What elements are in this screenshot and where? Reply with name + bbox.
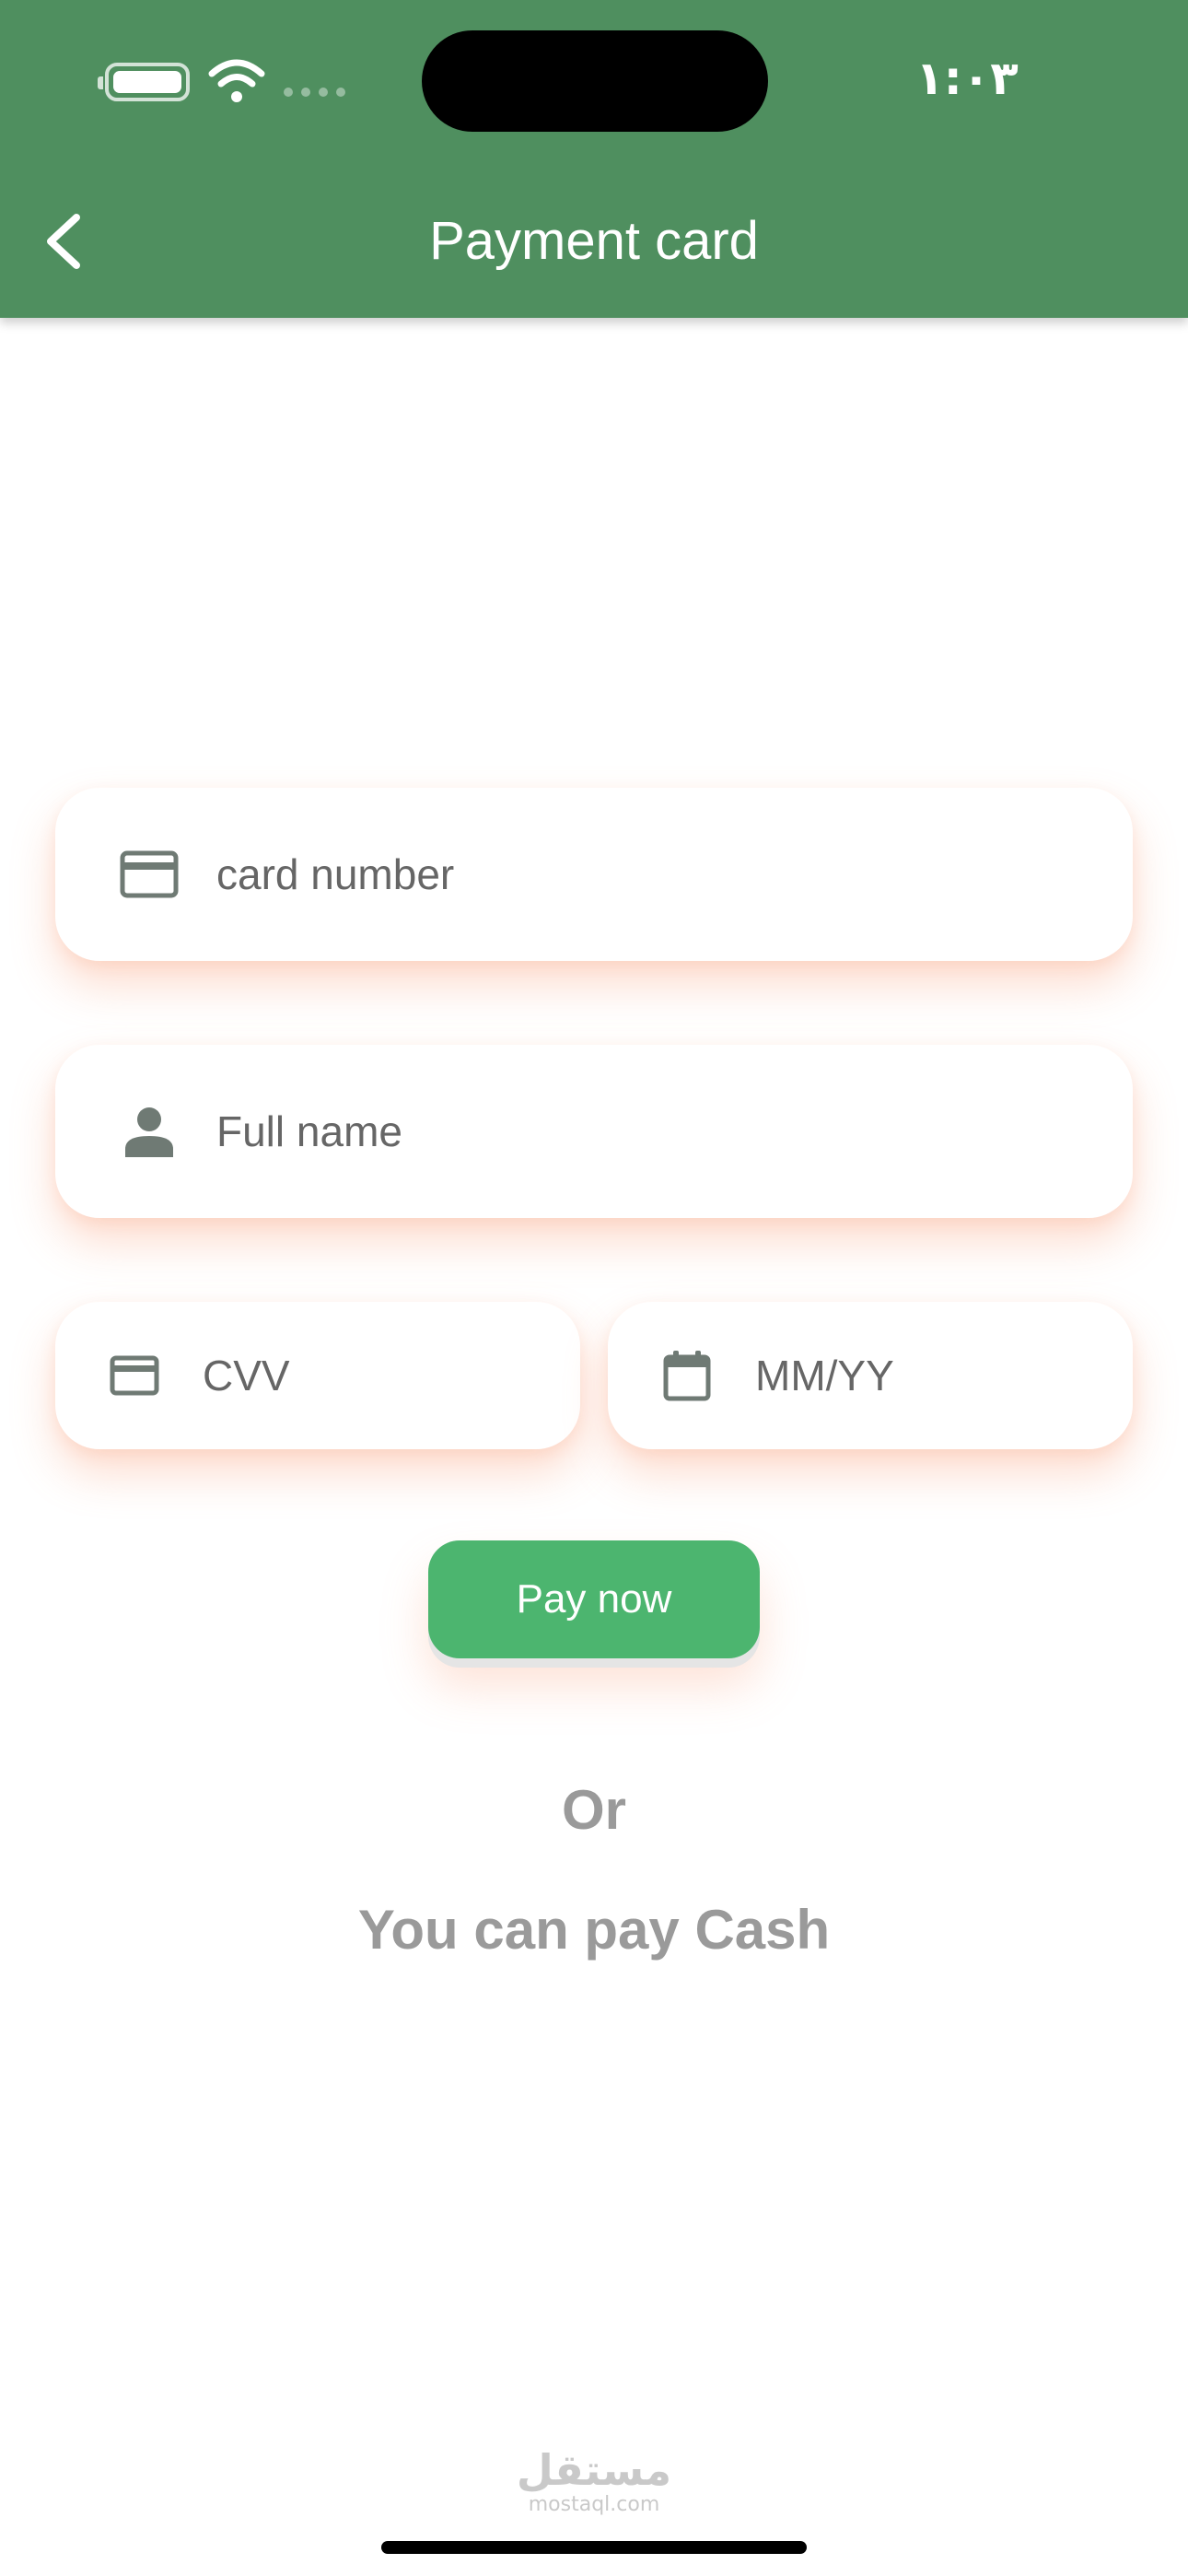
or-divider-text: Or <box>561 1779 627 1841</box>
expiry-date-input[interactable]: MM/YY <box>608 1302 1133 1449</box>
person-icon <box>123 1104 175 1159</box>
watermark-domain-text: mostaql.com <box>528 2493 660 2516</box>
card-number-placeholder: card number <box>216 850 455 898</box>
pay-now-button[interactable]: Pay now <box>428 1540 760 1658</box>
home-indicator[interactable] <box>381 2541 807 2554</box>
full-name-input[interactable]: Full name <box>55 1045 1133 1218</box>
calendar-icon <box>661 1348 713 1403</box>
cellular-signal-icon <box>284 88 345 97</box>
expiry-placeholder: MM/YY <box>755 1352 894 1399</box>
chevron-left-icon <box>47 214 80 269</box>
payment-card-screen: ١:٠٣ Payment card card number Full name <box>0 0 1188 2576</box>
credit-card-icon <box>120 847 179 902</box>
credit-card-icon <box>109 1352 160 1399</box>
page-title: Payment card <box>429 211 759 271</box>
cvv-input[interactable]: CVV <box>55 1302 580 1449</box>
mostaql-watermark-logo: مستقل mostaql.com <box>502 2447 686 2521</box>
cvv-placeholder: CVV <box>203 1352 290 1399</box>
back-button[interactable] <box>26 203 99 280</box>
status-time: ١:٠٣ <box>915 52 1019 105</box>
wifi-icon <box>208 59 265 102</box>
card-number-input[interactable]: card number <box>55 788 1133 961</box>
full-name-placeholder: Full name <box>216 1107 402 1155</box>
app-bar: ١:٠٣ Payment card <box>0 0 1188 318</box>
battery-icon <box>98 63 190 101</box>
pay-cash-text: You can pay Cash <box>357 1899 831 1961</box>
watermark-arabic-text: مستقل <box>516 2445 672 2495</box>
dynamic-island <box>422 30 768 132</box>
